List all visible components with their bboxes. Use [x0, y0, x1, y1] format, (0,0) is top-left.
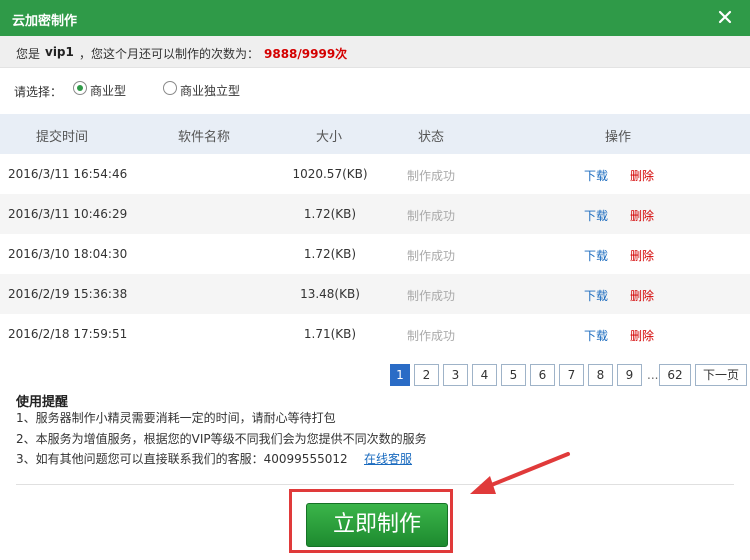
tips-title: 使用提醒: [16, 395, 69, 410]
table-row: 2016/3/10 18:04:30 1.72(KB) 制作成功 下载 删除: [0, 234, 750, 274]
title-bar: 云加密制作: [0, 0, 750, 36]
pointer-arrow-icon: [470, 452, 570, 494]
cell-time: 2016/3/11 16:54:46: [8, 167, 128, 181]
page-4-button[interactable]: 4: [472, 364, 497, 386]
type-select-row: 请选择： 商业型 商业独立型: [0, 68, 750, 112]
download-link[interactable]: 下载: [584, 247, 608, 264]
download-link[interactable]: 下载: [584, 327, 608, 344]
delete-link[interactable]: 删除: [630, 287, 654, 304]
cell-time: 2016/3/10 18:04:30: [8, 247, 128, 261]
delete-link[interactable]: 删除: [630, 167, 654, 184]
cell-status: 制作成功: [407, 249, 456, 263]
header-status: 状态: [418, 130, 445, 145]
page-1-button[interactable]: 1: [390, 364, 410, 386]
tip-line: 2、本服务为增值服务，根据您的VIP等级不同我们会为您提供不同次数的服务: [16, 432, 427, 446]
close-icon[interactable]: [714, 6, 736, 28]
page-9-button[interactable]: 9: [617, 364, 642, 386]
select-label: 请选择：: [14, 85, 63, 99]
radio-selected-icon: [73, 81, 87, 95]
radio-commercial[interactable]: 商业型: [73, 79, 133, 99]
table-row: 2016/3/11 10:46:29 1.72(KB) 制作成功 下载 删除: [0, 194, 750, 234]
cell-size: 1.72(KB): [303, 247, 357, 261]
cell-time: 2016/2/18 17:59:51: [8, 327, 128, 341]
page-3-button[interactable]: 3: [443, 364, 468, 386]
table-row: 2016/2/19 15:36:38 13.48(KB) 制作成功 下载 删除: [0, 274, 750, 314]
download-link[interactable]: 下载: [584, 287, 608, 304]
next-page-button[interactable]: 下一页: [695, 364, 747, 386]
page-2-button[interactable]: 2: [414, 364, 439, 386]
header-submit-time: 提交时间: [36, 130, 89, 145]
page-5-button[interactable]: 5: [501, 364, 526, 386]
cell-status: 制作成功: [407, 329, 456, 343]
radio-commercial-standalone[interactable]: 商业独立型: [163, 79, 253, 99]
cell-size: 13.48(KB): [300, 287, 360, 301]
delete-link[interactable]: 删除: [630, 327, 654, 344]
cell-time: 2016/3/11 10:46:29: [8, 207, 128, 221]
divider: [16, 484, 734, 485]
header-actions: 操作: [605, 130, 632, 145]
table-row: 2016/3/11 16:54:46 1020.57(KB) 制作成功 下载 删…: [0, 154, 750, 194]
info-text: ，您这个月还可以制作的次数为：: [79, 47, 260, 61]
tip-line: 3、如有其他问题您可以直接联系我们的客服：40099555012: [16, 452, 348, 466]
table-row: 2016/2/18 17:59:51 1.71(KB) 制作成功 下载 删除: [0, 314, 750, 354]
cell-status: 制作成功: [407, 289, 456, 303]
delete-link[interactable]: 删除: [630, 247, 654, 264]
cell-status: 制作成功: [407, 169, 456, 183]
download-link[interactable]: 下载: [584, 207, 608, 224]
pagination-ellipsis: ...: [647, 368, 659, 382]
page-6-button[interactable]: 6: [530, 364, 555, 386]
cell-status: 制作成功: [407, 209, 456, 223]
cell-size: 1.72(KB): [303, 207, 357, 221]
cell-size: 1020.57(KB): [292, 167, 368, 181]
make-now-button[interactable]: 立即制作: [306, 503, 448, 547]
header-size: 大小: [316, 130, 343, 145]
delete-link[interactable]: 删除: [630, 207, 654, 224]
radio-unselected-icon: [163, 81, 177, 95]
page-7-button[interactable]: 7: [559, 364, 584, 386]
user-name: vip1: [45, 45, 74, 59]
remaining-count: 9888/9999次: [264, 47, 348, 61]
quota-info-bar: 您是 vip1 ，您这个月还可以制作的次数为： 9888/9999次: [0, 36, 750, 68]
info-prefix: 您是: [16, 47, 41, 61]
radio-label: 商业独立型: [180, 84, 241, 98]
radio-label: 商业型: [90, 84, 127, 98]
window-title: 云加密制作: [12, 14, 78, 29]
tip-line: 1、服务器制作小精灵需要消耗一定的时间，请耐心等待打包: [16, 411, 336, 425]
cell-time: 2016/2/19 15:36:38: [8, 287, 128, 301]
header-software-name: 软件名称: [178, 130, 231, 145]
page-8-button[interactable]: 8: [588, 364, 613, 386]
download-link[interactable]: 下载: [584, 167, 608, 184]
cell-size: 1.71(KB): [303, 327, 357, 341]
online-support-link[interactable]: 在线客服: [364, 450, 412, 467]
table-header: 提交时间 软件名称 大小 状态 操作: [0, 114, 750, 154]
page-last-button[interactable]: 62: [659, 364, 691, 386]
